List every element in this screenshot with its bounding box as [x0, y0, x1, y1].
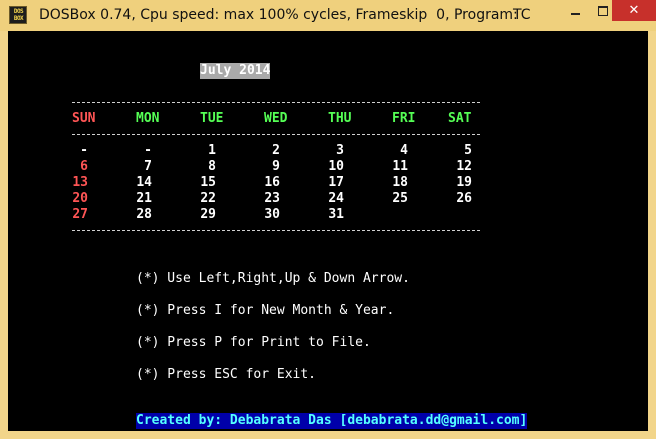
day-cell[interactable]: 11 [368, 159, 408, 175]
day-cell[interactable]: 14 [112, 175, 152, 191]
day-header-sun: SUN [72, 111, 96, 126]
day-cell[interactable]: 10 [304, 159, 344, 175]
day-cell-sunday[interactable]: 20 [48, 191, 88, 207]
day-header-fri: FRI [392, 111, 416, 126]
day-cell[interactable]: 21 [112, 191, 152, 207]
month-title: July 2014 [200, 63, 271, 79]
day-cell[interactable]: 5 [432, 143, 472, 159]
day-cell[interactable]: 9 [240, 159, 280, 175]
close-icon: ✕ [628, 3, 640, 18]
minimize-icon [570, 12, 580, 15]
day-cell[interactable]: 15 [176, 175, 216, 191]
calendar-header-rule [72, 134, 480, 135]
close-button[interactable]: ✕ [612, 0, 656, 21]
day-cell[interactable]: 16 [240, 175, 280, 191]
day-cell[interactable]: 8 [176, 159, 216, 175]
credit-banner: Created by: Debabrata Das [debabrata.dd@… [136, 413, 528, 429]
day-cell[interactable]: 23 [240, 191, 280, 207]
day-header-mon: MON [136, 111, 160, 126]
calendar-bottom-rule [72, 230, 480, 231]
day-header-sat: SAT [448, 111, 472, 126]
day-cell[interactable]: 12 [432, 159, 472, 175]
day-cell[interactable]: 22 [176, 191, 216, 207]
title-bar[interactable]: DOS BOX DOSBox 0.74, Cpu speed: max 100%… [0, 0, 656, 31]
day-cell[interactable]: 29 [176, 207, 216, 223]
day-header-tue: TUE [200, 111, 224, 126]
day-cell[interactable]: 7 [112, 159, 152, 175]
day-cell[interactable]: 19 [432, 175, 472, 191]
day-cell[interactable]: 30 [240, 207, 280, 223]
day-cell[interactable]: 26 [432, 191, 472, 207]
app-icon-line-2: BOX [13, 15, 24, 22]
day-cell-sunday[interactable]: 13 [48, 175, 88, 191]
day-cell-sunday[interactable]: 6 [48, 159, 88, 175]
minimize-button[interactable] [560, 0, 590, 21]
instruction-exit: (*) Press ESC for Exit. [136, 367, 317, 382]
day-header-wed: WED [264, 111, 288, 126]
day-cell[interactable]: 25 [368, 191, 408, 207]
day-cell[interactable]: 28 [112, 207, 152, 223]
day-cell[interactable]: 18 [368, 175, 408, 191]
day-cell[interactable]: 4 [368, 143, 408, 159]
day-cell[interactable]: 2 [240, 143, 280, 159]
app-icon-line-1: DOS [13, 8, 24, 15]
day-cell[interactable]: 3 [304, 143, 344, 159]
instruction-new-month: (*) Press I for New Month & Year. [136, 303, 395, 318]
day-cell[interactable]: 24 [304, 191, 344, 207]
instruction-print: (*) Press P for Print to File. [136, 335, 371, 350]
instruction-arrows: (*) Use Left,Right,Up & Down Arrow. [136, 271, 410, 286]
window-title-program: TC [513, 7, 531, 23]
window-title: DOSBox 0.74, Cpu speed: max 100% cycles,… [39, 7, 518, 23]
dos-screen[interactable]: July 2014 SUN MON TUE WED THU FRI SAT - … [8, 31, 648, 431]
day-cell[interactable]: 17 [304, 175, 344, 191]
day-cell[interactable]: 31 [304, 207, 344, 223]
day-cell[interactable]: 1 [176, 143, 216, 159]
dosbox-window: DOS BOX DOSBox 0.74, Cpu speed: max 100%… [0, 0, 656, 439]
maximize-icon [598, 5, 608, 16]
day-header-thu: THU [328, 111, 352, 126]
dosbox-app-icon[interactable]: DOS BOX [9, 6, 27, 24]
calendar-top-rule [72, 102, 480, 103]
day-cell-sunday[interactable]: 27 [48, 207, 88, 223]
day-cell[interactable]: - [48, 143, 88, 159]
day-cell[interactable]: - [112, 143, 152, 159]
